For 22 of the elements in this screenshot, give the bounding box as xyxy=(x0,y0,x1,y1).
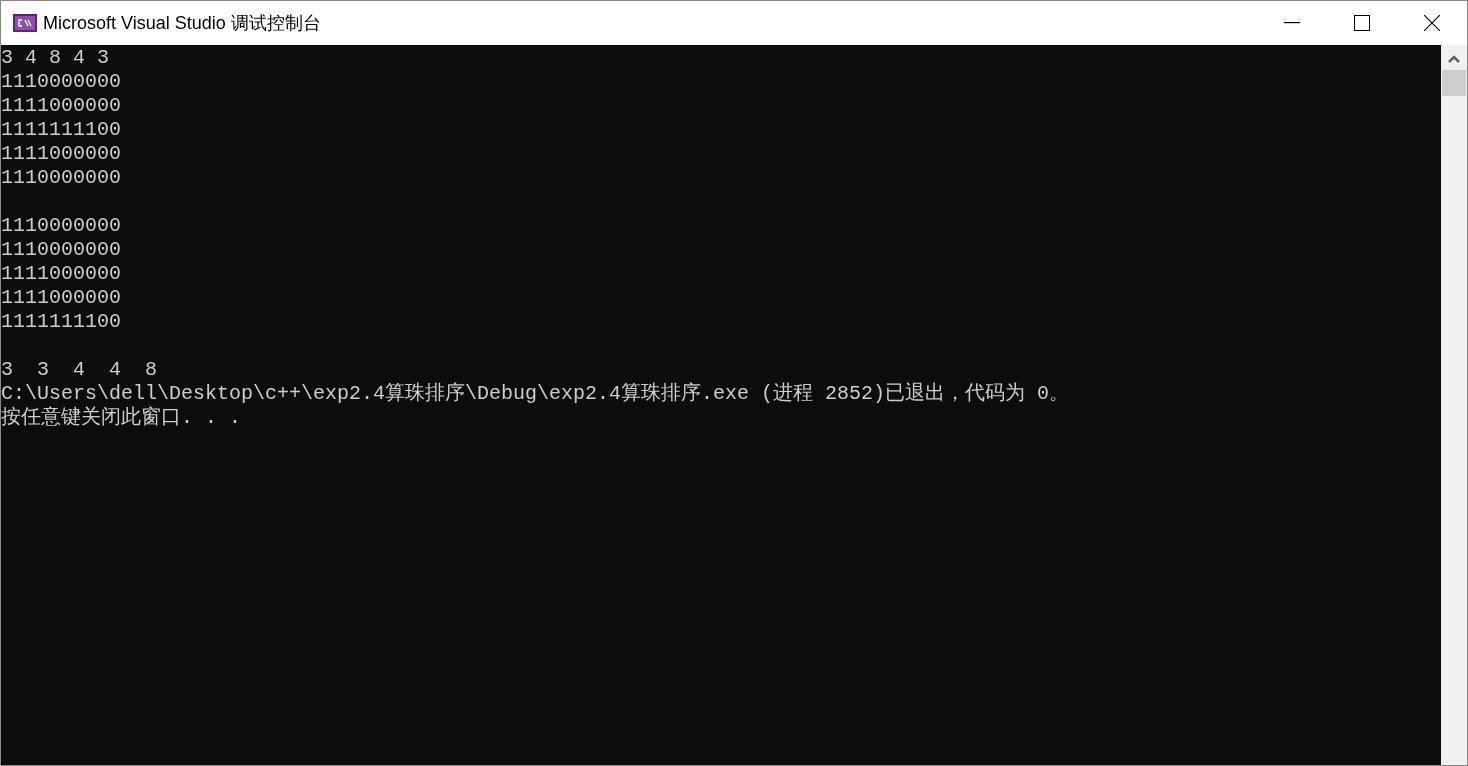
console-line: 1111111100 xyxy=(1,118,122,142)
maximize-icon xyxy=(1354,15,1370,31)
console-line: 1111111100 xyxy=(1,310,122,334)
console-line: 3 4 8 4 3 xyxy=(1,46,110,70)
console-line: 1110000000 xyxy=(1,166,122,190)
console-line: 1111000000 xyxy=(1,94,122,118)
scrollbar[interactable] xyxy=(1441,45,1467,765)
console-line: 1111000000 xyxy=(1,142,122,166)
minimize-icon xyxy=(1284,22,1300,24)
console-line: 3 3 4 4 8 xyxy=(1,358,158,382)
console-line: C:\Users\dell\Desktop\c++\exp2.4算珠排序\Debug\exp2.4算珠排序.exe (进程 2852)已退出，代码为 0。 xyxy=(1,382,1070,406)
console-line: 1110000000 xyxy=(1,238,122,262)
scroll-up-icon[interactable] xyxy=(1448,55,1460,63)
console-line: 1110000000 xyxy=(1,70,122,94)
console-line: 1111000000 xyxy=(1,286,122,310)
window-title: Microsoft Visual Studio 调试控制台 xyxy=(43,11,321,35)
scrollbar-thumb[interactable] xyxy=(1442,70,1466,96)
console-line: 按任意键关闭此窗口. . . xyxy=(1,406,241,430)
console-line: 1110000000 xyxy=(1,214,122,238)
console-line: 1111000000 xyxy=(1,262,122,286)
app-icon xyxy=(13,14,37,32)
close-icon xyxy=(1424,15,1440,31)
